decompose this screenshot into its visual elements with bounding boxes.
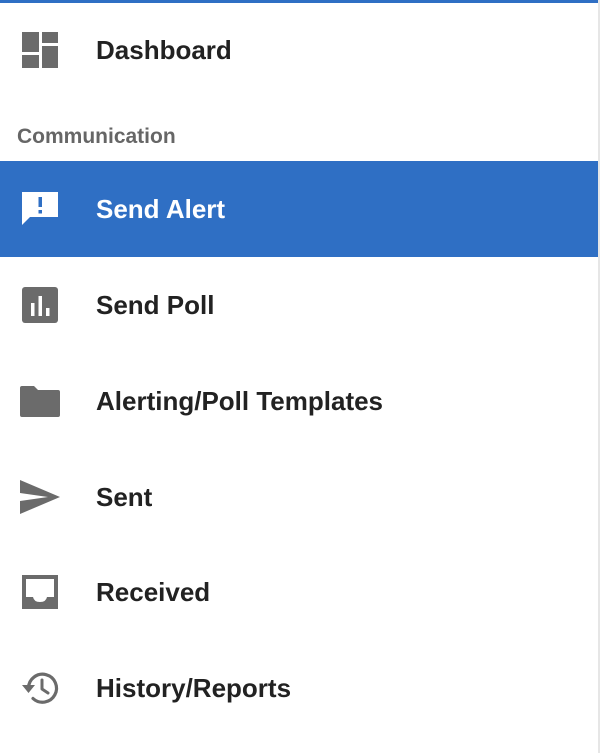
sidebar-item-label: Alerting/Poll Templates xyxy=(96,385,384,416)
sidebar-item-label: Received xyxy=(96,576,211,607)
sidebar-item-label: Sent xyxy=(96,481,153,512)
dashboard-icon xyxy=(18,28,62,72)
send-icon xyxy=(18,475,62,519)
alert-message-icon xyxy=(18,187,62,231)
sidebar-item-label: Send Poll xyxy=(96,289,215,320)
inbox-icon xyxy=(18,570,62,614)
sidebar-item-send-alert[interactable]: Send Alert xyxy=(0,161,598,257)
sidebar-item-dashboard[interactable]: Dashboard xyxy=(0,2,598,98)
sidebar-item-send-poll[interactable]: Send Poll xyxy=(0,257,598,353)
sidebar-item-sent[interactable]: Sent xyxy=(0,449,598,545)
sidebar-item-history-reports[interactable]: History/Reports xyxy=(0,640,598,736)
section-title-communication: Communication xyxy=(17,125,176,148)
sidebar-item-label: History/Reports xyxy=(96,672,292,703)
poll-chart-icon xyxy=(18,283,62,327)
sidebar-item-label: Dashboard xyxy=(96,34,232,65)
sidebar-item-label: Send Alert xyxy=(96,193,226,224)
history-icon xyxy=(18,666,62,710)
sidebar-item-received[interactable]: Received xyxy=(0,544,598,640)
folder-icon xyxy=(18,379,62,423)
sidebar-item-alerting-poll-templates[interactable]: Alerting/Poll Templates xyxy=(0,353,598,449)
